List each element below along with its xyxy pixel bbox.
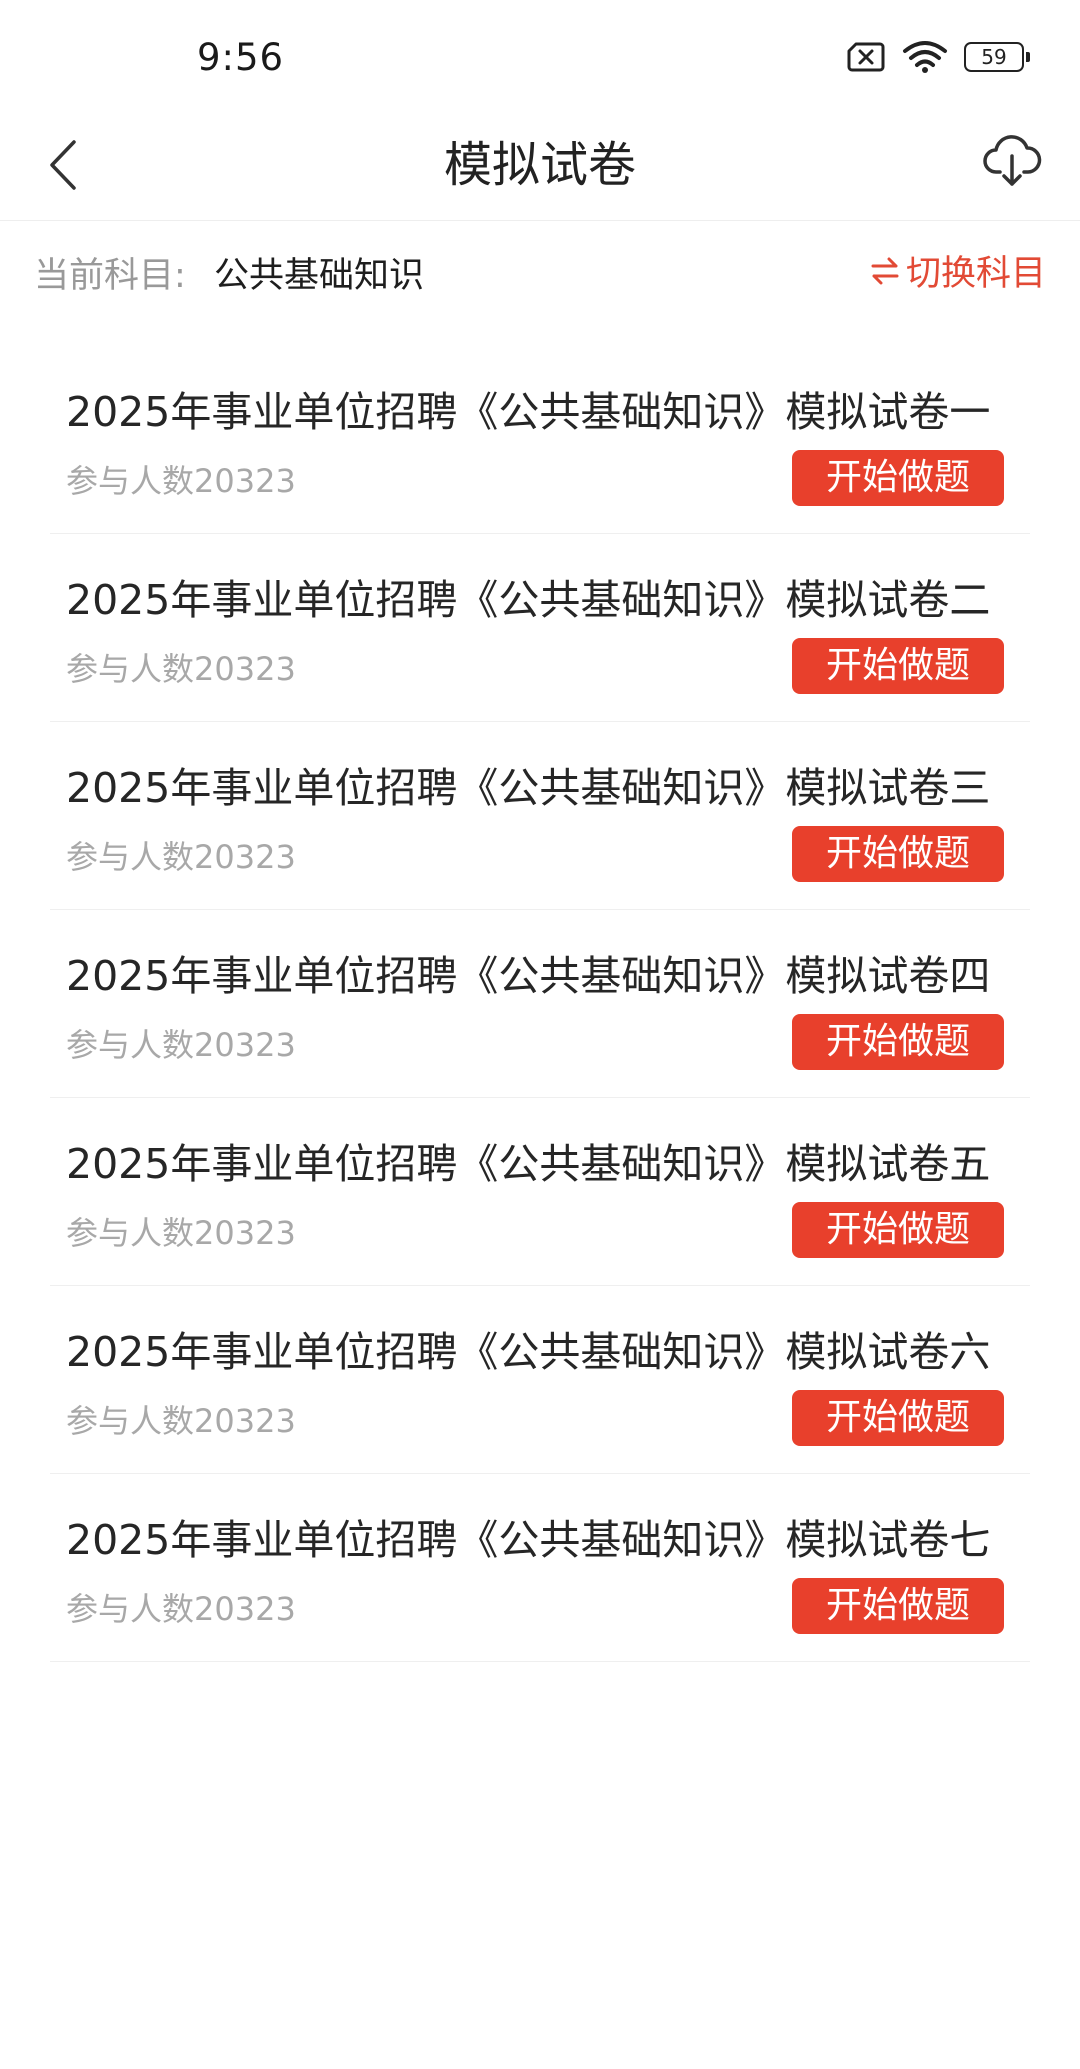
subject-label: 当前科目:: [34, 256, 186, 296]
paper-title: 2025年事业单位招聘《公共基础知识》模拟试卷一: [66, 388, 991, 436]
list-item[interactable]: 2025年事业单位招聘《公共基础知识》模拟试卷四 参与人数20323 开始做题: [50, 910, 1030, 1098]
start-button[interactable]: 开始做题: [792, 826, 1004, 882]
status-icons: 59: [846, 40, 1030, 74]
participant-count: 参与人数20323: [66, 1402, 296, 1440]
participant-count: 参与人数20323: [66, 650, 296, 688]
current-subject: 公共基础知识: [214, 256, 425, 296]
battery-icon: 59: [964, 42, 1030, 72]
paper-list: 2025年事业单位招聘《公共基础知识》模拟试卷一 参与人数20323 开始做题 …: [50, 346, 1030, 1662]
start-button[interactable]: 开始做题: [792, 1578, 1004, 1634]
participant-count: 参与人数20323: [66, 1214, 296, 1252]
paper-title: 2025年事业单位招聘《公共基础知识》模拟试卷二: [66, 576, 991, 624]
switch-subject-button[interactable]: 切换科目: [870, 245, 1046, 296]
list-item[interactable]: 2025年事业单位招聘《公共基础知识》模拟试卷一 参与人数20323 开始做题: [50, 346, 1030, 534]
list-item[interactable]: 2025年事业单位招聘《公共基础知识》模拟试卷七 参与人数20323 开始做题: [50, 1474, 1030, 1662]
start-button[interactable]: 开始做题: [792, 1202, 1004, 1258]
list-item[interactable]: 2025年事业单位招聘《公共基础知识》模拟试卷六 参与人数20323 开始做题: [50, 1286, 1030, 1474]
switch-subject-label: 切换科目: [905, 254, 1046, 294]
list-item[interactable]: 2025年事业单位招聘《公共基础知识》模拟试卷三 参与人数20323 开始做题: [50, 722, 1030, 910]
sim-no-service-icon: [847, 42, 885, 72]
battery-level: 59: [981, 45, 1007, 69]
status-time: 9:56: [197, 36, 285, 79]
start-button[interactable]: 开始做题: [792, 1014, 1004, 1070]
paper-title: 2025年事业单位招聘《公共基础知识》模拟试卷六: [66, 1328, 991, 1376]
paper-title: 2025年事业单位招聘《公共基础知识》模拟试卷三: [66, 764, 991, 812]
participant-count: 参与人数20323: [66, 1590, 296, 1628]
app-header: 模拟试卷: [0, 110, 1080, 221]
start-button[interactable]: 开始做题: [792, 638, 1004, 694]
participant-count: 参与人数20323: [66, 1026, 296, 1064]
list-item[interactable]: 2025年事业单位招聘《公共基础知识》模拟试卷五 参与人数20323 开始做题: [50, 1098, 1030, 1286]
page-title: 模拟试卷: [443, 137, 636, 193]
participant-count: 参与人数20323: [66, 462, 296, 500]
paper-title: 2025年事业单位招聘《公共基础知识》模拟试卷七: [66, 1516, 991, 1564]
participant-count: 参与人数20323: [66, 838, 296, 876]
cloud-download-icon: [983, 135, 1042, 186]
list-item[interactable]: 2025年事业单位招聘《公共基础知识》模拟试卷二 参与人数20323 开始做题: [50, 534, 1030, 722]
start-button[interactable]: 开始做题: [792, 1390, 1004, 1446]
swap-arrows-icon: [871, 257, 899, 284]
download-button[interactable]: [980, 128, 1044, 192]
status-bar: 9:56 59: [0, 0, 1080, 110]
wifi-icon: [903, 41, 947, 73]
start-button[interactable]: 开始做题: [792, 450, 1004, 506]
paper-title: 2025年事业单位招聘《公共基础知识》模拟试卷四: [66, 952, 991, 1000]
paper-title: 2025年事业单位招聘《公共基础知识》模拟试卷五: [66, 1140, 991, 1188]
subject-bar: 当前科目: 公共基础知识 切换科目: [0, 221, 1080, 321]
